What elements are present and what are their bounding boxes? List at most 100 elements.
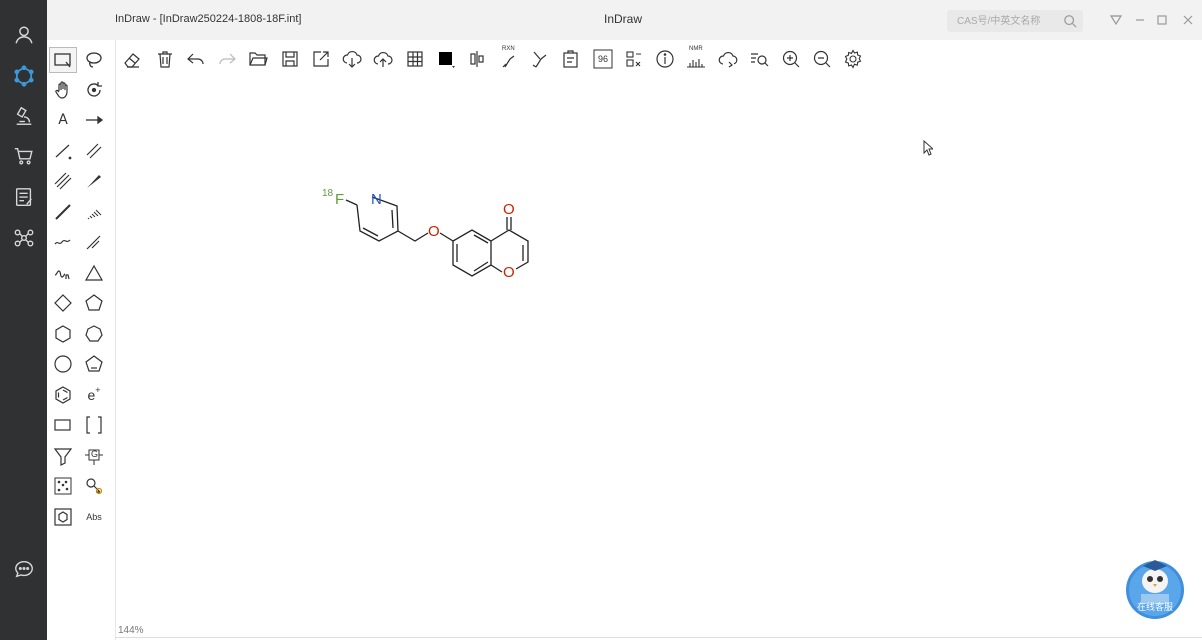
hexagon-icon bbox=[55, 325, 71, 343]
nav-item-user[interactable] bbox=[0, 15, 47, 55]
benzene-icon bbox=[55, 386, 71, 404]
hashed-wedge-icon bbox=[87, 209, 102, 220]
text-tool[interactable]: A bbox=[50, 108, 76, 132]
dropdown-button[interactable] bbox=[1108, 12, 1124, 28]
minimize-button[interactable] bbox=[1132, 12, 1148, 28]
title-bar: InDraw - [InDraw250224-1808-18F.int] InD… bbox=[47, 0, 1202, 40]
abs-label: Abs bbox=[86, 512, 102, 522]
structure-clean-button[interactable] bbox=[529, 48, 551, 70]
network-icon bbox=[14, 229, 33, 247]
undo-button[interactable] bbox=[185, 48, 207, 70]
nav-item-cart[interactable] bbox=[0, 136, 47, 176]
align-icon bbox=[470, 51, 484, 67]
bracket-tool[interactable] bbox=[81, 413, 107, 437]
color-button[interactable] bbox=[435, 48, 457, 70]
export-button[interactable] bbox=[310, 48, 332, 70]
benzene-tool[interactable] bbox=[50, 383, 76, 407]
rotate-tool[interactable] bbox=[81, 78, 107, 102]
grid-tool[interactable] bbox=[50, 474, 76, 498]
atom-map-tool[interactable] bbox=[81, 474, 107, 498]
hashed-wedge-tool[interactable] bbox=[81, 200, 107, 224]
table-button[interactable] bbox=[404, 48, 426, 70]
user-icon bbox=[14, 26, 33, 44]
cyclooctane-tool[interactable] bbox=[50, 352, 76, 376]
nav-item-notes[interactable] bbox=[0, 177, 47, 217]
triangle-down-icon bbox=[1110, 15, 1122, 26]
search-icon[interactable] bbox=[1063, 14, 1077, 28]
shape-tool[interactable] bbox=[50, 413, 76, 437]
wavy-bond-tool[interactable] bbox=[50, 230, 76, 254]
open-button[interactable] bbox=[247, 48, 269, 70]
cycloheptane-tool[interactable] bbox=[81, 322, 107, 346]
template-tool[interactable] bbox=[50, 505, 76, 529]
maximize-button[interactable] bbox=[1154, 12, 1170, 28]
redo-button[interactable] bbox=[216, 48, 238, 70]
zoom-in-button[interactable] bbox=[780, 48, 802, 70]
chain-tool[interactable] bbox=[50, 261, 76, 285]
cyclopropane-tool[interactable] bbox=[81, 261, 107, 285]
search-structure-button[interactable] bbox=[748, 48, 770, 70]
close-button[interactable] bbox=[1180, 12, 1196, 28]
arrow-tool[interactable] bbox=[81, 108, 107, 132]
charge-tool-label: e bbox=[87, 387, 96, 403]
zoom-out-icon bbox=[813, 50, 831, 68]
group-tool[interactable]: G bbox=[81, 444, 107, 468]
cloud-download-button[interactable] bbox=[341, 48, 363, 70]
dashed-bond-icon bbox=[86, 235, 101, 250]
align-button[interactable] bbox=[466, 48, 488, 70]
bold-bond-icon bbox=[55, 204, 71, 220]
chain-icon bbox=[54, 270, 70, 280]
microscope-icon bbox=[16, 106, 31, 125]
mascot-icon bbox=[1142, 569, 1168, 593]
gear-icon bbox=[844, 49, 862, 69]
triple-bond-tool[interactable] bbox=[50, 169, 76, 193]
cyclopentane-tool[interactable] bbox=[81, 291, 107, 315]
wedge-bond-tool[interactable] bbox=[81, 169, 107, 193]
charge-tool[interactable]: e + bbox=[81, 383, 107, 407]
eraser-button[interactable] bbox=[121, 48, 143, 70]
name-structure-button[interactable] bbox=[623, 48, 645, 70]
notes-icon bbox=[15, 188, 32, 206]
delete-button[interactable] bbox=[154, 48, 176, 70]
save-button[interactable] bbox=[279, 48, 301, 70]
reaction-clean-button[interactable]: RXN bbox=[498, 46, 520, 70]
save-icon bbox=[282, 51, 298, 67]
lasso-tool[interactable] bbox=[81, 48, 107, 72]
abs-tool[interactable]: Abs bbox=[81, 505, 107, 529]
undo-icon bbox=[187, 53, 204, 65]
bold-bond-tool[interactable] bbox=[50, 200, 76, 224]
nmr-button[interactable]: NMR bbox=[685, 46, 707, 70]
rect-select-tool[interactable] bbox=[49, 47, 77, 73]
nav-item-microscope[interactable] bbox=[0, 96, 47, 136]
clipboard-button[interactable] bbox=[560, 48, 582, 70]
structure-icon bbox=[13, 65, 34, 87]
drawing-canvas[interactable] bbox=[116, 78, 1202, 638]
nav-item-structure[interactable] bbox=[0, 56, 47, 96]
hand-tool[interactable] bbox=[50, 78, 76, 102]
cyclohexane-tool[interactable] bbox=[50, 322, 76, 346]
mouse-cursor-icon bbox=[923, 140, 933, 156]
zoom-level: 144% bbox=[118, 625, 144, 636]
tool-palette: A e + G Abs bbox=[47, 40, 116, 640]
cyclobutane-tool[interactable] bbox=[50, 291, 76, 315]
info-button[interactable] bbox=[654, 48, 676, 70]
cyclopentadiene-tool[interactable] bbox=[81, 352, 107, 376]
main-toolbar: RXN 96 NMR bbox=[115, 40, 1202, 78]
nav-item-network[interactable] bbox=[0, 218, 47, 258]
nav-item-chat[interactable] bbox=[0, 549, 47, 589]
cloud-upload-button[interactable] bbox=[372, 48, 394, 70]
atom-map-icon bbox=[86, 478, 103, 495]
cloud-compute-button[interactable] bbox=[717, 48, 739, 70]
single-bond-tool[interactable] bbox=[50, 139, 76, 163]
document-title: InDraw - [InDraw250224-1808-18F.int] bbox=[115, 13, 302, 25]
funnel-tool[interactable] bbox=[50, 444, 76, 468]
percent-label: 96 bbox=[597, 54, 608, 64]
percent-button[interactable]: 96 bbox=[592, 48, 614, 70]
clipboard-icon bbox=[563, 50, 578, 68]
settings-button[interactable] bbox=[842, 48, 864, 70]
template-icon bbox=[54, 508, 72, 526]
pentagon-double-icon bbox=[85, 355, 103, 372]
dashed-bond-tool[interactable] bbox=[81, 230, 107, 254]
zoom-out-button[interactable] bbox=[811, 48, 833, 70]
double-bond-tool[interactable] bbox=[81, 139, 107, 163]
